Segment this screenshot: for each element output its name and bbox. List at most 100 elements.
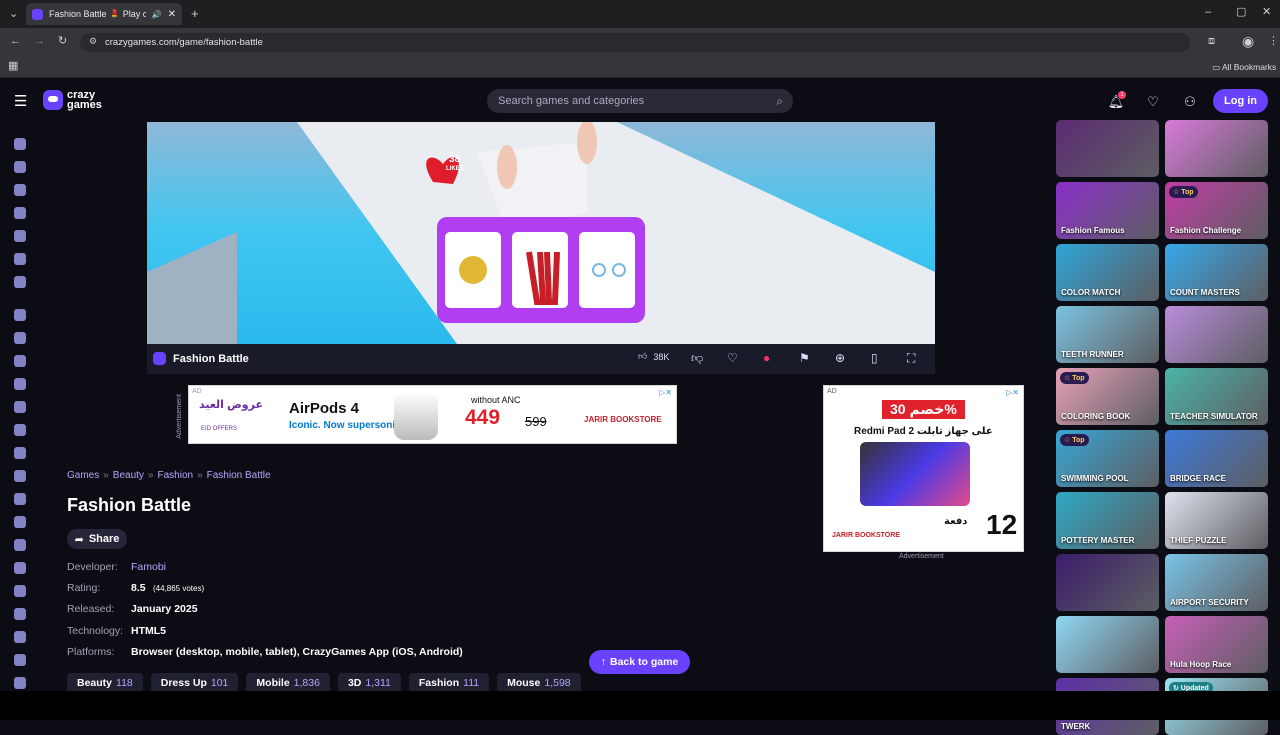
tab-list-icon[interactable]: ⌄ [9, 9, 18, 20]
game-thumbnail[interactable]: COLORING BOOK ☆ Top [1056, 368, 1159, 425]
ad2-product: Redmi Pad 2 على جهاز تابلت [854, 426, 993, 437]
tag-dress-up[interactable]: Dress Up 101 [150, 673, 239, 693]
clicker-icon[interactable] [14, 470, 26, 482]
horror-icon[interactable] [14, 585, 26, 597]
browser-tab-active[interactable]: Fashion Battle 💄 Play on C 🔊 ✕ [26, 3, 182, 25]
tag-mouse[interactable]: Mouse 1,598 [497, 673, 581, 693]
redmi-pad-ad[interactable]: خصم 30% Redmi Pad 2 على جهاز تابلت 12 دف… [823, 385, 1024, 552]
game-thumbnail[interactable] [1056, 616, 1159, 673]
theater-mode-icon[interactable]: ▯ [871, 351, 878, 365]
like-button[interactable]: 👍︎ 38K [638, 351, 669, 362]
originals-icon[interactable] [14, 253, 26, 265]
breadcrumb-fashion[interactable]: Fashion [158, 470, 194, 481]
game-thumbnail[interactable]: TEETH RUNNER [1056, 306, 1159, 363]
search-placeholder: Search games and categories [498, 95, 645, 107]
casual-icon[interactable] [14, 447, 26, 459]
recent-icon[interactable] [14, 161, 26, 173]
updated-icon[interactable] [14, 230, 26, 242]
basketball-icon[interactable] [14, 355, 26, 367]
thumbnail-label: COLOR MATCH [1061, 288, 1121, 297]
report-icon[interactable]: ⚑ [799, 351, 810, 365]
beauty-icon[interactable] [14, 378, 26, 390]
notifications-icon[interactable]: 🔔︎ 1 [1104, 90, 1128, 114]
love-icon[interactable]: ● [763, 351, 770, 365]
breadcrumb-beauty[interactable]: Beauty [113, 470, 144, 481]
ad-choices-icon[interactable]: ▷✕ [1006, 388, 1019, 397]
embed-icon[interactable]: ⊕ [835, 351, 845, 365]
developer-link[interactable]: Famobi [131, 561, 166, 573]
thumbs-down-icon[interactable]: 👎︎ [691, 351, 703, 366]
game-thumbnail[interactable]: AIRPORT SECURITY [1165, 554, 1268, 611]
favorite-heart-icon[interactable]: ♡ [727, 351, 738, 365]
browser-menu-icon[interactable]: ⋮ [1268, 36, 1279, 47]
tag-mobile[interactable]: Mobile 1,836 [246, 673, 330, 693]
game-thumbnail[interactable] [1056, 120, 1159, 177]
game-thumbnail[interactable]: Hula Hoop Race [1165, 616, 1268, 673]
tag-beauty[interactable]: Beauty 118 [67, 673, 143, 693]
airpods-ad[interactable]: عروض العيد EID OFFERS AirPods 4 Iconic. … [188, 385, 677, 444]
game-thumbnail[interactable]: Fashion Challenge ☆ Top [1165, 182, 1268, 239]
io-icon[interactable] [14, 608, 26, 620]
game-thumbnail[interactable]: COUNT MASTERS [1165, 244, 1268, 301]
action-icon[interactable] [14, 309, 26, 321]
card-icon[interactable] [14, 424, 26, 436]
adventure-icon[interactable] [14, 332, 26, 344]
new-icon[interactable] [14, 184, 26, 196]
crazygames-logo[interactable]: crazy games [43, 90, 102, 111]
game-thumbnail[interactable]: Fashion Famous [1056, 182, 1159, 239]
login-button[interactable]: Log in [1213, 89, 1268, 113]
game-thumbnail[interactable] [1165, 120, 1268, 177]
escape-icon[interactable] [14, 539, 26, 551]
game-thumbnail[interactable]: SWIMMING POOL ☆ Top [1056, 430, 1159, 487]
game-thumbnail[interactable]: COLOR MATCH [1056, 244, 1159, 301]
back-to-game-button[interactable]: ↑ Back to game [589, 650, 690, 674]
game-thumbnail[interactable]: TEACHER SIMULATOR [1165, 368, 1268, 425]
breadcrumb-games[interactable]: Games [67, 470, 99, 481]
tab-audio-icon[interactable]: 🔊 [152, 10, 162, 19]
home-icon[interactable] [14, 138, 26, 150]
car-icon[interactable] [14, 401, 26, 413]
tag-3d[interactable]: 3D 1,311 [337, 673, 401, 693]
mahjong-icon[interactable] [14, 631, 26, 643]
address-bar[interactable]: ⚙ crazygames.com/game/fashion-battle [80, 33, 1190, 52]
game-thumbnail[interactable]: THIEF PUZZLE [1165, 492, 1268, 549]
fullscreen-icon[interactable]: ⛶ [907, 351, 915, 366]
friends-icon[interactable]: ⚇ [1178, 90, 1202, 114]
tab-close-icon[interactable]: ✕ [168, 9, 176, 20]
search-icon[interactable]: ⌕ [776, 94, 783, 109]
ad-choices-icon[interactable]: ▷✕ [659, 388, 672, 397]
controller-icon[interactable] [14, 493, 26, 505]
game-thumbnail[interactable] [1165, 306, 1268, 363]
reload-icon[interactable]: ↻ [58, 36, 67, 47]
trending-icon[interactable] [14, 207, 26, 219]
maximize-icon[interactable]: ▢ [1236, 7, 1246, 18]
tag-fashion[interactable]: Fashion 111 [408, 673, 490, 693]
all-bookmarks[interactable]: ▭ All Bookmarks [1212, 62, 1276, 73]
menu-icon[interactable]: ☰ [14, 94, 27, 109]
item-card-3[interactable] [579, 232, 635, 308]
back-icon[interactable]: ← [10, 36, 21, 47]
site-info-icon[interactable]: ⚙ [89, 36, 97, 47]
minecraft-icon[interactable] [14, 654, 26, 666]
game-thumbnail[interactable]: BRIDGE RACE [1165, 430, 1268, 487]
pool-icon[interactable] [14, 677, 26, 689]
favorites-icon[interactable]: ♡ [1141, 90, 1165, 114]
search-input[interactable]: Search games and categories ⌕ [487, 89, 793, 113]
share-button[interactable]: ➦ Share [67, 529, 127, 549]
ad1-eid-text: EID OFFERS [201, 426, 238, 432]
game-logo-icon [153, 352, 166, 365]
extensions-icon[interactable]: ⧈ [1208, 36, 1215, 47]
minimize-icon[interactable]: – [1205, 7, 1211, 18]
game-thumbnail[interactable] [1056, 554, 1159, 611]
multiplayer-icon[interactable] [14, 276, 26, 288]
driving-icon[interactable] [14, 516, 26, 528]
fps-icon[interactable] [14, 562, 26, 574]
new-tab-icon[interactable]: + [191, 7, 199, 20]
forward-icon[interactable]: → [34, 36, 45, 47]
game-canvas[interactable]: 38 LIKES [147, 122, 935, 344]
close-window-icon[interactable]: ✕ [1262, 7, 1271, 18]
breadcrumb-current[interactable]: Fashion Battle [207, 470, 271, 481]
apps-grid-icon[interactable]: ▦ [8, 61, 18, 72]
profile-icon[interactable]: ◉ [1242, 34, 1254, 48]
game-thumbnail[interactable]: POTTERY MASTER [1056, 492, 1159, 549]
